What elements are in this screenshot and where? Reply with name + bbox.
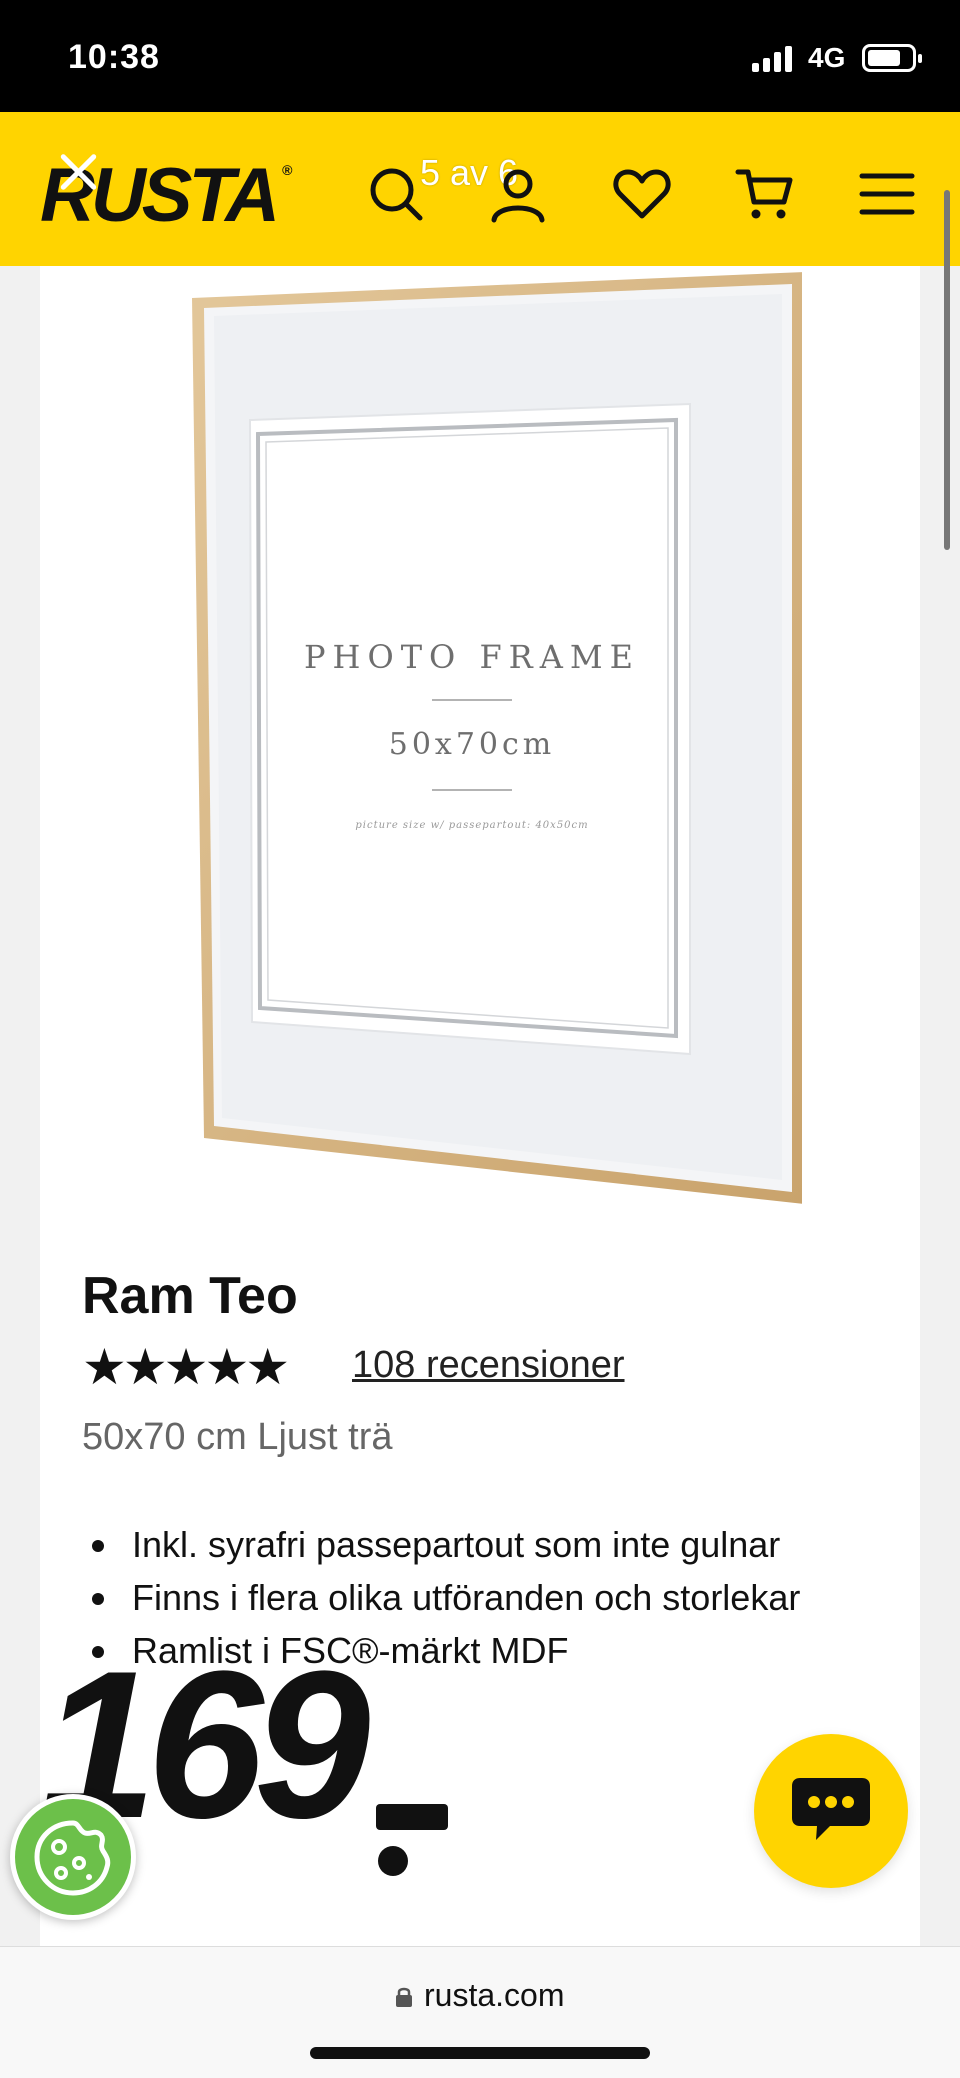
status-bar: 10:38 4G bbox=[0, 0, 960, 112]
frame-heading: PHOTO FRAME bbox=[304, 638, 640, 676]
cookie-icon bbox=[34, 1820, 111, 1896]
frame-note: picture size w/ passepartout: 40x50cm bbox=[355, 820, 588, 831]
product-title: Ram Teo bbox=[82, 1267, 298, 1325]
menu-icon[interactable] bbox=[858, 164, 918, 224]
price-dash bbox=[376, 1804, 448, 1830]
frame-size: 50x70cm bbox=[389, 727, 556, 762]
reviews-link[interactable]: 108 recensioner bbox=[352, 1344, 625, 1387]
cart-icon[interactable] bbox=[734, 164, 794, 224]
price-dot bbox=[378, 1846, 408, 1876]
feature-item: Finns i flera olika utföranden och storl… bbox=[82, 1571, 800, 1624]
rating-stars: ★★★★★ bbox=[82, 1339, 290, 1395]
product-image[interactable]: PHOTO FRAME 50x70cm picture size w/ pass… bbox=[192, 272, 802, 1212]
lock-icon bbox=[396, 1987, 412, 2007]
status-time: 10:38 bbox=[68, 38, 160, 76]
product-variant: 50x70 cm Ljust trä bbox=[82, 1416, 393, 1458]
scrollbar[interactable] bbox=[944, 190, 950, 550]
browser-url-bar[interactable]: rusta.com bbox=[0, 1946, 960, 2078]
battery-icon bbox=[862, 44, 922, 72]
feature-item: Inkl. syrafri passepartout som inte guln… bbox=[82, 1518, 800, 1571]
close-icon[interactable] bbox=[56, 150, 100, 194]
network-type: 4G bbox=[808, 42, 846, 73]
signal-icon bbox=[752, 46, 798, 72]
url-text[interactable]: rusta.com bbox=[424, 1977, 564, 2014]
chat-bubble-icon bbox=[792, 1778, 870, 1840]
home-indicator[interactable] bbox=[310, 2047, 650, 2059]
search-icon[interactable] bbox=[366, 164, 426, 224]
heart-icon[interactable] bbox=[612, 164, 672, 224]
cookie-settings-button[interactable] bbox=[10, 1794, 136, 1920]
chat-button[interactable] bbox=[754, 1734, 908, 1888]
site-header: RUSTA ® 5 av 6 bbox=[0, 112, 960, 266]
user-icon[interactable] bbox=[488, 164, 548, 224]
